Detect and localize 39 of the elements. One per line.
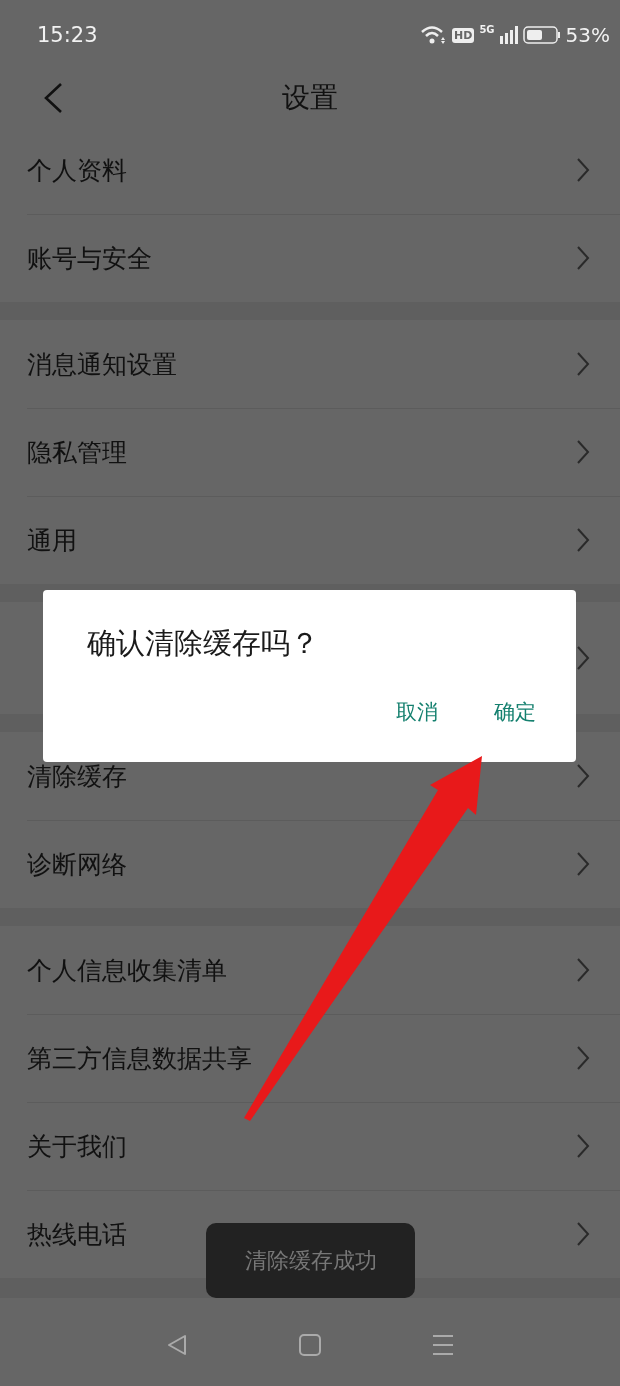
toast-message: 清除缓存成功 [206, 1223, 415, 1298]
wifi-icon [421, 25, 448, 45]
settings-item[interactable]: 热线电话 [27, 1217, 127, 1251]
battery-icon [522, 26, 561, 44]
settings-item[interactable]: 关于我们 [27, 1129, 127, 1163]
chevron-right-icon [576, 527, 590, 553]
status-time: 15:23 [37, 23, 98, 47]
settings-item[interactable]: 个人信息收集清单 [27, 953, 227, 987]
chevron-right-icon [576, 957, 590, 983]
dialog-button[interactable]: 确定 [484, 694, 546, 730]
chevron-right-icon [576, 763, 590, 789]
dialog-message: 确认清除缓存吗？ [87, 625, 320, 662]
hd-badge: HD [452, 27, 475, 43]
settings-item[interactable]: 通用 [27, 523, 77, 557]
chevron-right-icon [576, 351, 590, 377]
chevron-right-icon [576, 245, 590, 271]
chevron-right-icon [576, 157, 590, 183]
battery-percent: 53% [565, 23, 610, 47]
settings-item[interactable]: 消息通知设置 [27, 347, 177, 381]
dialog-button[interactable]: 取消 [386, 694, 448, 730]
chevron-right-icon [576, 439, 590, 465]
settings-item[interactable]: 清除缓存 [27, 759, 127, 793]
back-nav-icon[interactable] [165, 1334, 188, 1356]
settings-item[interactable]: 诊断网络 [27, 847, 127, 881]
chevron-right-icon [576, 1133, 590, 1159]
settings-item[interactable]: 个人资料 [27, 153, 127, 187]
signal-icon [499, 26, 518, 44]
menu-icon[interactable] [432, 1334, 455, 1356]
settings-item[interactable]: 第三方信息数据共享 [27, 1041, 252, 1075]
chevron-right-icon [576, 645, 590, 671]
chevron-right-icon [576, 1045, 590, 1071]
back-icon[interactable] [42, 82, 64, 114]
page-title: 设置 [282, 80, 338, 116]
chevron-right-icon [576, 1221, 590, 1247]
chevron-right-icon [576, 851, 590, 877]
network-label: 5G [479, 25, 495, 35]
home-nav-icon[interactable] [299, 1334, 321, 1356]
settings-item[interactable]: 账号与安全 [27, 241, 152, 275]
settings-item[interactable]: 隐私管理 [27, 435, 127, 469]
